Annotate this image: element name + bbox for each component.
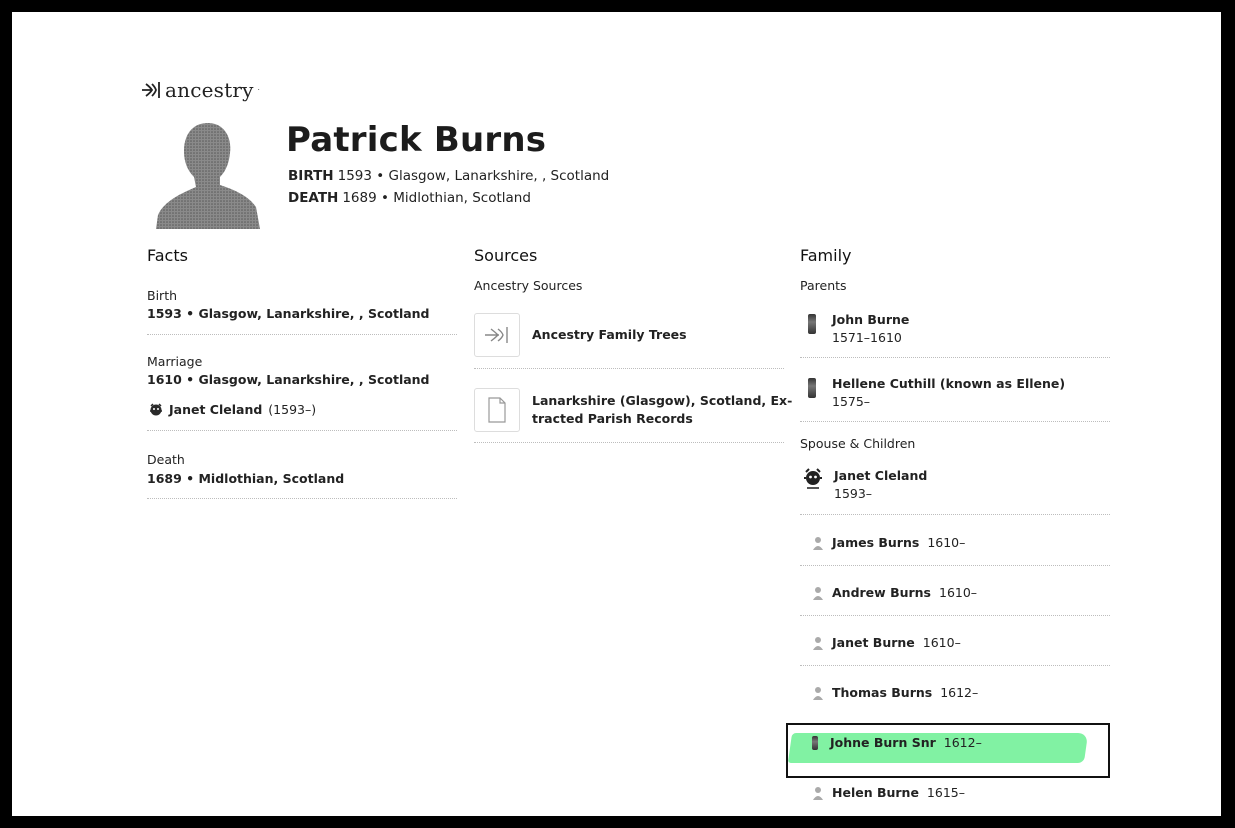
child-years: 1610– — [927, 535, 966, 550]
person-figure-icon — [812, 735, 818, 750]
fact-label-marriage: Marriage — [147, 354, 203, 369]
fact-value-death: 1689 • Midlothian, Scotland — [147, 471, 345, 486]
spouse-avatar-icon — [150, 402, 162, 415]
death-value: 1689 • Midlothian, Scotland — [342, 190, 531, 206]
document-icon — [474, 388, 520, 432]
child-item-johne[interactable]: Johne Burn Snr 1612– — [812, 735, 982, 750]
logo-text: ancestry — [165, 78, 254, 102]
ancestry-logo[interactable]: ancestry · — [140, 78, 260, 102]
child-item-andrew[interactable]: Andrew Burns 1610– — [812, 585, 977, 600]
person-figure-icon — [808, 314, 816, 334]
highlight-frame — [786, 723, 1110, 778]
marriage-spouse-years: (1593–) — [268, 402, 317, 417]
child-item-helen[interactable]: Helen Burne 1615– — [812, 785, 965, 800]
person-icon — [813, 586, 823, 600]
person-icon — [813, 636, 823, 650]
parent-years: 1575– — [832, 394, 871, 409]
marriage-spouse-link[interactable]: Janet Cleland (1593–) — [149, 402, 316, 417]
profile-silhouette — [148, 119, 270, 229]
child-name: James Burns — [832, 535, 920, 550]
parent-years: 1571–1610 — [832, 330, 902, 345]
divider — [474, 368, 784, 369]
spouse-avatar-icon — [804, 468, 822, 489]
fact-label-death: Death — [147, 452, 185, 467]
divider — [474, 442, 784, 443]
person-icon — [813, 786, 823, 800]
source-item-parish-records[interactable]: Lanarkshire (Glasgow), Scotland, Ex- tra… — [474, 388, 792, 432]
birth-value: 1593 • Glasgow, Lanarkshire, , Scotland — [337, 168, 610, 184]
sources-subheading: Ancestry Sources — [474, 278, 583, 293]
tree-leaf-icon — [474, 313, 520, 357]
child-name: Andrew Burns — [832, 585, 931, 600]
spouse-years: 1593– — [834, 486, 873, 501]
divider — [800, 615, 1110, 616]
divider — [147, 334, 457, 335]
birth-summary: BIRTH 1593 • Glasgow, Lanarkshire, , Scot… — [288, 168, 609, 184]
child-name: Johne Burn Snr — [830, 735, 936, 750]
divider — [800, 421, 1110, 422]
death-summary: DEATH 1689 • Midlothian, Scotland — [288, 190, 531, 206]
source-item-family-trees[interactable]: Ancestry Family Trees — [474, 313, 687, 357]
child-item-james[interactable]: James Burns 1610– — [812, 535, 965, 550]
divider — [147, 430, 457, 431]
child-item-thomas[interactable]: Thomas Burns 1612– — [812, 685, 978, 700]
child-years: 1612– — [940, 685, 979, 700]
child-name: Janet Burne — [832, 635, 915, 650]
family-heading: Family — [800, 246, 852, 265]
child-years: 1610– — [939, 585, 978, 600]
divider — [800, 514, 1110, 515]
parent-item-mother[interactable]: Hellene Cuthill (known as Ellene) 1575– — [808, 376, 1065, 409]
person-figure-icon — [808, 378, 816, 398]
child-item-janet[interactable]: Janet Burne 1610– — [812, 635, 961, 650]
child-name: Thomas Burns — [832, 685, 933, 700]
sources-heading: Sources — [474, 246, 538, 265]
fact-label-birth: Birth — [147, 288, 178, 303]
record-page: ancestry · Patrick Burns BIRTH 1593 • Glas… — [10, 10, 1223, 818]
ancestry-leaf-icon — [142, 82, 160, 98]
parent-item-father[interactable]: John Burne 1571–1610 — [808, 312, 909, 345]
fact-value-birth: 1593 • Glasgow, Lanarkshire, , Scotland — [147, 306, 430, 321]
source-label-line2: tracted Parish Records — [532, 411, 693, 426]
death-label: DEATH — [288, 190, 339, 206]
child-years: 1612– — [943, 735, 982, 750]
child-name: Helen Burne — [832, 785, 919, 800]
divider — [800, 357, 1110, 358]
source-label: Ancestry Family Trees — [532, 327, 687, 342]
child-years: 1615– — [926, 785, 965, 800]
marriage-spouse-name: Janet Cleland — [169, 402, 263, 417]
spouse-children-heading: Spouse & Children — [800, 436, 916, 451]
fact-value-marriage: 1610 • Glasgow, Lanarkshire, , Scotland — [147, 372, 430, 387]
parent-name: John Burne — [832, 312, 910, 327]
person-icon — [813, 686, 823, 700]
divider — [800, 565, 1110, 566]
source-label-line1: Lanarkshire (Glasgow), Scotland, Ex- — [532, 393, 793, 408]
parents-heading: Parents — [800, 278, 847, 293]
birth-label: BIRTH — [288, 168, 334, 184]
divider — [147, 498, 457, 499]
facts-heading: Facts — [147, 246, 188, 265]
person-icon — [813, 536, 823, 550]
person-name: Patrick Burns — [286, 120, 547, 160]
spouse-item[interactable]: Janet Cleland 1593– — [804, 468, 927, 501]
spouse-name: Janet Cleland — [834, 468, 928, 483]
divider — [800, 665, 1110, 666]
parent-name: Hellene Cuthill (known as Ellene) — [832, 376, 1066, 391]
child-years: 1610– — [922, 635, 961, 650]
